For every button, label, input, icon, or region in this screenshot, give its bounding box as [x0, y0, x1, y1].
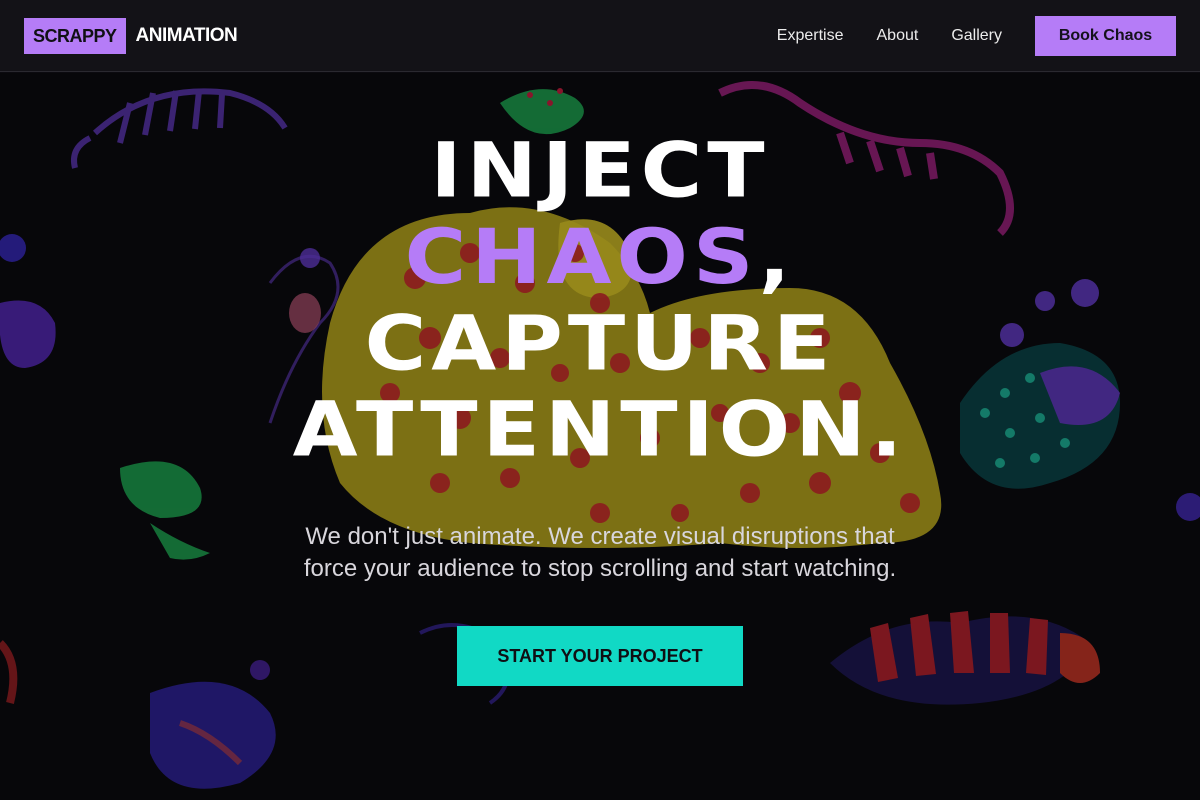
headline-comma: ,: [758, 212, 796, 301]
top-navbar: SCRAPPY ANIMATION Expertise About Galler…: [0, 0, 1200, 72]
headline-line-4: ATTENTION.: [292, 385, 908, 474]
nav-link-gallery[interactable]: Gallery: [951, 27, 1002, 45]
nav-link-expertise[interactable]: Expertise: [777, 27, 844, 45]
headline-accent-word: CHAOS: [404, 212, 759, 301]
brand-logo[interactable]: SCRAPPY ANIMATION: [24, 18, 238, 54]
nav-link-about[interactable]: About: [877, 27, 919, 45]
headline-line-3: CAPTURE: [364, 299, 836, 388]
hero-subtext: We don't just animate. We create visual …: [250, 521, 950, 585]
book-chaos-button[interactable]: Book Chaos: [1035, 16, 1176, 56]
brand-logo-text: ANIMATION: [135, 25, 238, 46]
hero-subtext-line-1: We don't just animate. We create visual …: [305, 523, 895, 550]
brand-logo-box: SCRAPPY: [24, 18, 126, 54]
hero-headline: INJECT CHAOS, CAPTURE ATTENTION.: [0, 127, 1200, 473]
start-project-button[interactable]: START YOUR PROJECT: [457, 626, 743, 686]
hero-subtext-line-2: force your audience to stop scrolling an…: [303, 555, 897, 582]
nav-links: Expertise About Gallery Book Chaos: [777, 16, 1176, 56]
headline-line-1: INJECT: [430, 126, 770, 215]
